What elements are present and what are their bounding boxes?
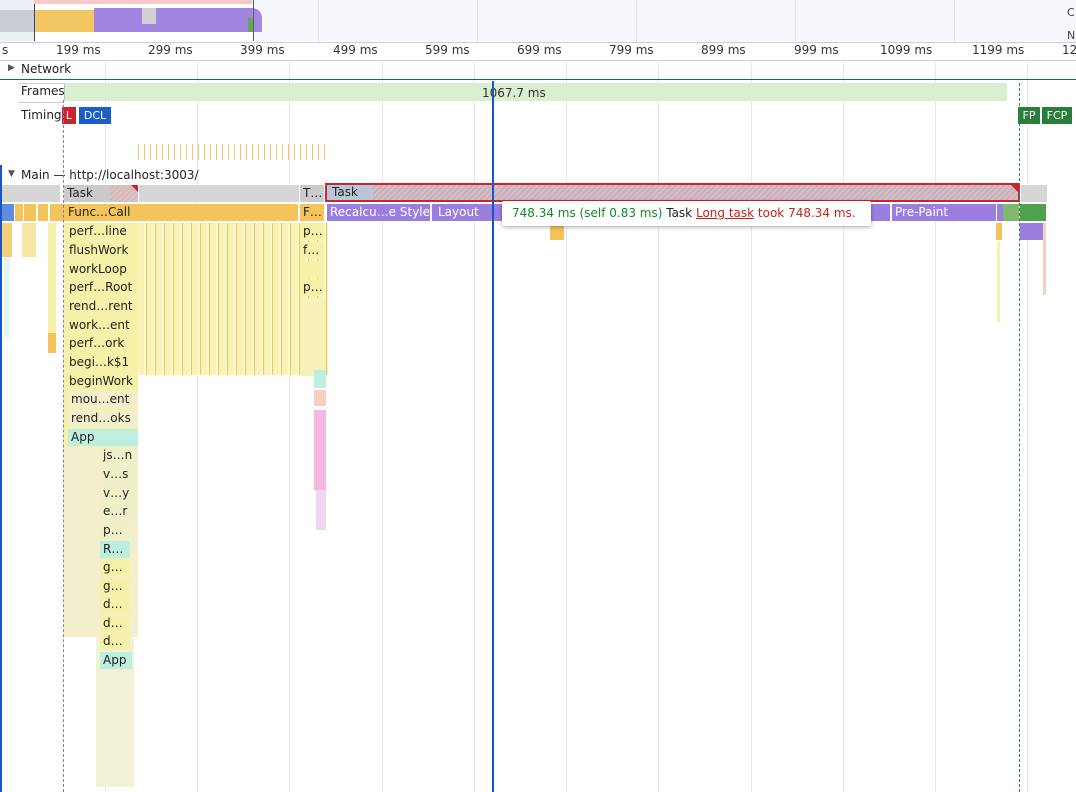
ruler-tick: 999 ms	[794, 43, 839, 57]
timing-marker-load[interactable]: L	[62, 107, 76, 124]
overview-net-label: N	[1067, 29, 1076, 42]
long-task-selected[interactable]: Task	[325, 183, 1020, 202]
stack-frame[interactable]: p…	[300, 279, 324, 296]
paint-bar[interactable]	[1003, 204, 1019, 221]
task-bar-gray-prelude[interactable]	[0, 185, 60, 202]
interaction-ticks	[138, 144, 328, 160]
function-call-mid[interactable]: F…	[300, 204, 324, 221]
stack-frame[interactable]: mou…ent	[68, 391, 138, 408]
stack-frame[interactable]: v…s	[100, 466, 136, 483]
stack-frame-app[interactable]: App	[100, 652, 132, 669]
task-bar-tail[interactable]	[1021, 185, 1047, 202]
timings-track-label: Timings	[21, 108, 68, 122]
network-track-header[interactable]: ▶ Network	[0, 61, 1076, 80]
stack-frame[interactable]: beginWork	[66, 373, 138, 390]
stack-frame[interactable]: begi…k$1	[66, 354, 138, 371]
task-tooltip: 748.34 ms (self 0.83 ms) Task Long task …	[502, 201, 871, 226]
stack-frame[interactable]: d…	[100, 633, 130, 650]
function-call-bar[interactable]	[0, 204, 14, 221]
stack-frame[interactable]: work…ent	[66, 317, 138, 334]
stack-frame[interactable]	[300, 261, 324, 278]
ruler-tick: 499 ms	[333, 43, 378, 57]
stack-frame[interactable]: v…y	[100, 485, 136, 502]
flame-chart[interactable]: Task T… Task Func…Call F… Recalcu…e Styl…	[0, 83, 1076, 792]
function-call-bar[interactable]	[15, 204, 23, 221]
long-task-link[interactable]: Long task	[696, 206, 754, 220]
collapse-triangle-icon[interactable]: ▼	[8, 169, 15, 179]
frame-bar[interactable]: 1067.7 ms	[64, 83, 1007, 101]
timing-marker-dcl[interactable]: DCL	[79, 107, 111, 124]
selection-left-edge	[0, 165, 2, 792]
network-track-label: Network	[21, 62, 72, 76]
timeline-overview[interactable]: C N	[0, 0, 1076, 43]
overview-cpu-label: C	[1067, 6, 1075, 19]
stack-frame[interactable]: js…n	[100, 447, 136, 464]
ruler-tick: 699 ms	[517, 43, 562, 57]
frames-track: Frames 1067.7 ms	[0, 81, 1076, 103]
tooltip-duration: 748.34 ms (self 0.83 ms)	[512, 206, 663, 220]
ruler-tick: 1099 ms	[880, 43, 933, 57]
stack-frame[interactable]: d…	[100, 596, 130, 613]
task-bar-mid[interactable]: T…	[300, 185, 324, 202]
main-track-label: Main — http://localhost:3003/	[21, 168, 199, 182]
tooltip-suffix: took 748.34 ms.	[757, 206, 856, 220]
stack-frame[interactable]: f…	[300, 242, 324, 259]
timings-track: Timings L DCL FP FCP	[0, 105, 1076, 127]
stack-frame[interactable]: flushWork	[66, 242, 138, 259]
function-call-bar[interactable]	[24, 204, 36, 221]
timing-marker-fcp[interactable]: FCP	[1042, 107, 1072, 124]
ruler-tick: 12	[1062, 43, 1076, 57]
stack-frame-app[interactable]: App	[68, 429, 138, 446]
ruler-tick: 599 ms	[425, 43, 470, 57]
expand-triangle-icon[interactable]: ▶	[8, 63, 15, 73]
main-track-header[interactable]: ▼ Main — http://localhost:3003/	[0, 165, 1076, 185]
time-cursor	[492, 81, 494, 792]
time-ruler[interactable]: s 199 ms 299 ms 399 ms 499 ms 599 ms 699…	[0, 42, 1076, 61]
ruler-tick: 899 ms	[701, 43, 746, 57]
function-call-bar[interactable]	[38, 204, 48, 221]
ruler-tick: 299 ms	[148, 43, 193, 57]
paint-bar[interactable]	[1020, 204, 1046, 221]
stack-frame[interactable]: p…	[100, 522, 130, 539]
stack-frame[interactable]: perf…ork	[66, 335, 138, 352]
dcl-dashed-line	[63, 100, 64, 792]
ruler-tick: 399 ms	[240, 43, 285, 57]
tooltip-name: Task	[666, 206, 693, 220]
recalculate-style-bar[interactable]: Recalcu…e Style	[327, 204, 430, 221]
stack-frame[interactable]: rend…oks	[68, 410, 138, 427]
fcp-dashed-line	[1019, 83, 1020, 792]
stack-frame[interactable]: perf…Root	[66, 279, 138, 296]
ruler-tick: s	[2, 43, 9, 57]
stack-frame[interactable]: e…r	[100, 503, 136, 520]
stack-frame[interactable]: perf…line	[66, 223, 138, 240]
pre-paint-bar[interactable]: Pre-Paint	[892, 204, 996, 221]
stack-frame[interactable]: workLoop	[66, 261, 138, 278]
stack-frame[interactable]: rend…rent	[66, 298, 138, 315]
stack-frame[interactable]: g…	[100, 578, 130, 595]
long-task-label: Task	[332, 185, 358, 199]
stack-frame[interactable]: R…	[100, 541, 130, 558]
overview-selection[interactable]	[34, 0, 254, 41]
ruler-tick: 1199 ms	[972, 43, 1025, 57]
task-bar-small[interactable]	[139, 185, 299, 202]
ruler-tick: 199 ms	[56, 43, 101, 57]
function-call-main[interactable]: Func…Call	[50, 204, 298, 221]
stack-frame[interactable]: p…	[300, 223, 324, 240]
timing-marker-fp[interactable]: FP	[1018, 107, 1040, 124]
stack-frame[interactable]: g…	[100, 559, 130, 576]
ruler-tick: 799 ms	[609, 43, 654, 57]
stack-frame[interactable]: d…	[100, 615, 130, 632]
